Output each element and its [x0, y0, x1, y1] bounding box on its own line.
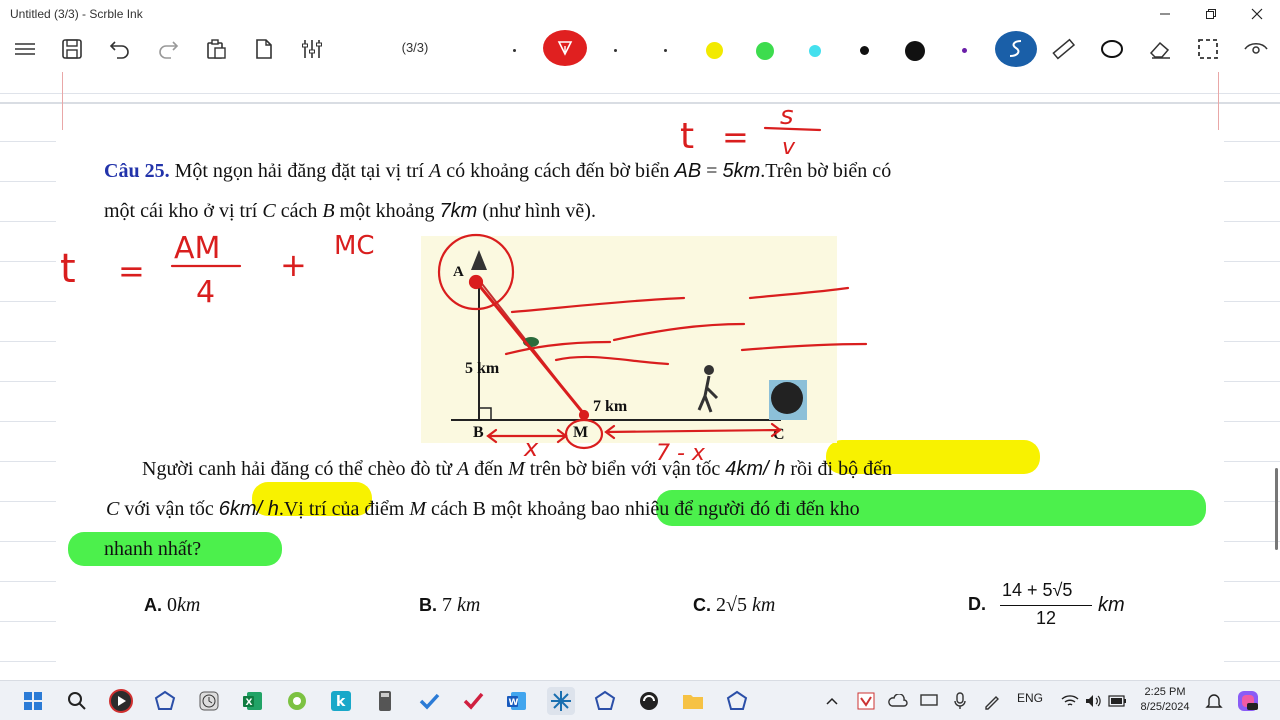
- page-counter[interactable]: (3/3): [390, 40, 440, 55]
- windows-start-icon[interactable]: [19, 687, 47, 715]
- toolbar: (3/3): [0, 28, 1280, 72]
- color-green[interactable]: [756, 42, 774, 60]
- app-icon-2[interactable]: [591, 687, 619, 715]
- eraser-button[interactable]: [1143, 32, 1177, 66]
- system-clock[interactable]: 2:25 PM 8/25/2024: [1130, 685, 1200, 715]
- ink-overlay: t = s v t = AM 4 + MC x 7 - x: [60, 101, 868, 466]
- snipping-icon[interactable]: [547, 687, 575, 715]
- menu-button[interactable]: [8, 32, 42, 66]
- ink-mc: MC: [334, 231, 375, 261]
- restore-button[interactable]: [1188, 0, 1234, 28]
- ink-v: v: [782, 135, 796, 160]
- ruler-button[interactable]: [1046, 32, 1080, 66]
- chevron-up-icon[interactable]: [818, 687, 846, 715]
- view-button[interactable]: [1239, 32, 1273, 66]
- pen-size-dot-2[interactable]: [614, 49, 617, 52]
- color-black-small[interactable]: [860, 46, 869, 55]
- ink-am: AM: [174, 231, 220, 266]
- sliders-icon: [302, 40, 322, 58]
- clock-date: 8/25/2024: [1140, 701, 1190, 713]
- color-cyan[interactable]: [809, 45, 821, 57]
- circle-shape-icon: [1101, 40, 1123, 58]
- media-player-icon[interactable]: [107, 687, 135, 715]
- notebook-page[interactable]: Câu 25. Một ngọn hải đăng đặt tại vị trí…: [0, 72, 1280, 680]
- active-pen-button[interactable]: [542, 28, 588, 68]
- pen-icon[interactable]: [978, 687, 1006, 715]
- close-icon: [1251, 8, 1263, 20]
- excel-icon[interactable]: X: [239, 687, 267, 715]
- pen-size-dot-3[interactable]: [664, 49, 667, 52]
- scrble-ink-icon[interactable]: [459, 687, 487, 715]
- file-explorer-icon[interactable]: [679, 687, 707, 715]
- clock-app-icon[interactable]: [195, 687, 223, 715]
- clipboard-icon: [207, 39, 226, 59]
- undo-icon: [109, 41, 129, 59]
- tray-app-icon[interactable]: [852, 687, 880, 715]
- redo-button[interactable]: [151, 32, 185, 66]
- pen-nib-icon: [557, 41, 573, 56]
- restore-icon: [1206, 9, 1216, 19]
- language-indicator[interactable]: ENG: [1017, 691, 1043, 705]
- microphone-icon[interactable]: [946, 687, 974, 715]
- clock-time: 2:25 PM: [1144, 686, 1186, 698]
- selection-icon: [1198, 39, 1218, 59]
- undo-button[interactable]: [103, 32, 137, 66]
- display-icon[interactable]: [915, 687, 943, 715]
- svg-text:k: k: [336, 694, 346, 710]
- new-page-button[interactable]: [247, 32, 281, 66]
- hamburger-menu-icon: [15, 43, 35, 55]
- ink-t-left: t: [60, 246, 76, 292]
- word-icon[interactable]: W: [503, 687, 531, 715]
- color-purple[interactable]: [962, 48, 967, 53]
- page-icon: [256, 39, 272, 59]
- svg-text:W: W: [509, 698, 519, 708]
- save-button[interactable]: [55, 32, 89, 66]
- scrble-ink-window: Untitled (3/3) - Scrble Ink (3/3) Câu 25…: [0, 0, 1280, 720]
- select-button[interactable]: [1191, 32, 1225, 66]
- save-icon: [62, 39, 82, 59]
- todo-icon[interactable]: [415, 687, 443, 715]
- calculator-icon[interactable]: [371, 687, 399, 715]
- squiggle-icon: [1009, 40, 1022, 57]
- pen-size-dot-1[interactable]: [513, 49, 516, 52]
- title-bar: Untitled (3/3) - Scrble Ink: [0, 0, 1280, 28]
- window-title: Untitled (3/3) - Scrble Ink: [10, 7, 143, 21]
- close-button[interactable]: [1234, 0, 1280, 28]
- app-icon[interactable]: [151, 687, 179, 715]
- ink-plus: +: [280, 246, 307, 284]
- ink-t-top: t: [680, 116, 694, 157]
- redo-icon: [159, 41, 179, 59]
- svg-text:X: X: [246, 698, 253, 708]
- notification-bell-icon[interactable]: [1200, 687, 1228, 715]
- ink-7-minus-x: 7 - x: [656, 441, 706, 466]
- battery-icon[interactable]: [1104, 687, 1132, 715]
- color-yellow[interactable]: [706, 42, 723, 59]
- app-icon-4[interactable]: [723, 687, 751, 715]
- ink-x: x: [523, 434, 539, 462]
- color-black-large[interactable]: [905, 41, 925, 61]
- paste-button[interactable]: [199, 32, 233, 66]
- eraser-icon: [1149, 41, 1170, 59]
- minimize-icon: [1160, 13, 1170, 15]
- shape-button[interactable]: [1095, 32, 1129, 66]
- ruler-icon: [1052, 38, 1075, 60]
- ink-eq-top: =: [722, 118, 749, 156]
- taskbar: X k W ENG 2:25 PM 8/25/2024: [0, 680, 1280, 720]
- ink-eq-left: =: [118, 252, 145, 290]
- ink-4: 4: [196, 275, 215, 310]
- app-icon-3[interactable]: [635, 687, 663, 715]
- k-app-icon[interactable]: k: [327, 687, 355, 715]
- browser-icon[interactable]: [283, 687, 311, 715]
- ink-tool-button[interactable]: [994, 30, 1038, 68]
- eye-icon: [1244, 42, 1268, 54]
- cloud-icon[interactable]: [884, 687, 912, 715]
- search-icon[interactable]: [63, 687, 91, 715]
- minimize-button[interactable]: [1142, 0, 1188, 28]
- copilot-icon[interactable]: [1234, 687, 1262, 715]
- vertical-scrollbar[interactable]: [1275, 468, 1278, 550]
- settings-button[interactable]: [295, 32, 329, 66]
- ink-s: s: [780, 101, 794, 131]
